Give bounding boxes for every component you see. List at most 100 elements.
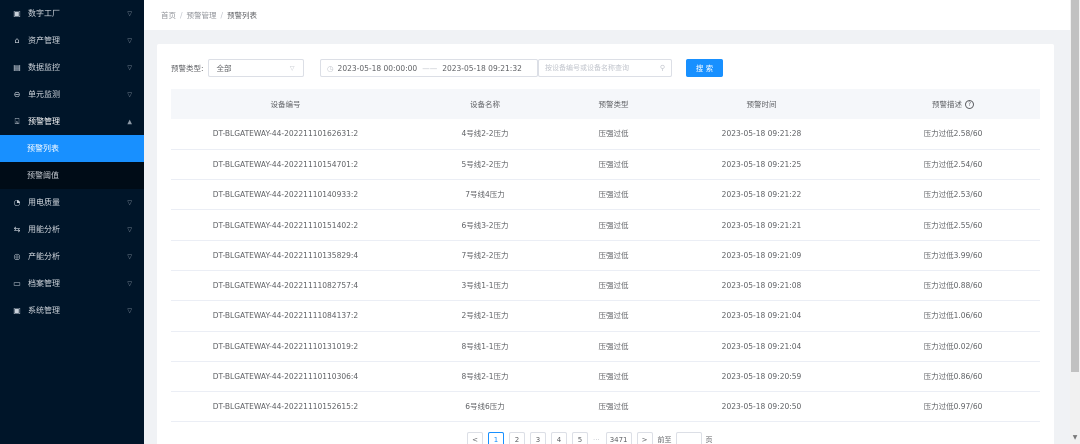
- cell-device-id: DT-BLGATEWAY-44-20221110154701:2: [171, 149, 400, 181]
- date-range-picker[interactable]: ◷ 2023-05-18 00:00:00 —— 2023-05-18 09:2…: [320, 59, 538, 77]
- cell-alarm-time: 2023-05-18 09:21:28: [657, 119, 866, 150]
- chevron-down-icon: ▽: [127, 64, 132, 71]
- sidebar-item-archive-management[interactable]: ▭ 档案管理 ▽: [0, 270, 144, 297]
- capacity-icon: ◎: [13, 252, 21, 261]
- cell-device-id: DT-BLGATEWAY-44-20221110135829:4: [171, 240, 400, 271]
- search-icon: ⚲: [659, 64, 665, 72]
- sidebar-item-label: 档案管理: [28, 279, 60, 288]
- page-button-4[interactable]: 4: [551, 432, 567, 444]
- sidebar-item-label: 用电质量: [28, 198, 60, 207]
- page-button-5[interactable]: 5: [572, 432, 588, 444]
- cell-device-id: DT-BLGATEWAY-44-20221110131019:2: [171, 331, 400, 362]
- search-button[interactable]: 搜 索: [686, 59, 723, 77]
- next-page-button[interactable]: >: [636, 432, 653, 444]
- sidebar-item-system-management[interactable]: ▣ 系统管理 ▽: [0, 297, 144, 324]
- goto-label: 前至: [657, 436, 672, 444]
- cell-alarm-type: 压强过低: [570, 179, 657, 211]
- factory-icon: ▣: [13, 9, 21, 18]
- cell-alarm-type: 压强过低: [570, 119, 657, 150]
- home-icon: ⌂: [14, 36, 20, 45]
- cell-device-id: DT-BLGATEWAY-44-20221110152615:2: [171, 391, 400, 423]
- breadcrumb-alarm-management[interactable]: 预警管理: [187, 10, 217, 21]
- table-row: DT-BLGATEWAY-44-20221111082757:4 3号线1-1压力…: [171, 270, 1040, 302]
- question-icon[interactable]: ?: [965, 100, 974, 109]
- sidebar-item-unit-monitor[interactable]: ⊖ 单元监测 ▽: [0, 81, 144, 108]
- table-row: DT-BLGATEWAY-44-20221110151402:2 6号线3-2压力…: [171, 209, 1040, 241]
- search-input[interactable]: 按设备编号或设备名称查询 ⚲: [538, 59, 672, 77]
- alarm-desc-header-label: 预警描述: [932, 99, 962, 109]
- cell-alarm-desc: 压力过低0.02/60: [866, 331, 1040, 362]
- breadcrumb-home[interactable]: 首页: [161, 10, 176, 21]
- cell-device-name: 6号线3-2压力: [400, 209, 570, 241]
- cell-device-name: 7号线4压力: [400, 179, 570, 211]
- sidebar-item-label: 用能分析: [28, 225, 60, 234]
- sidebar-item-alarm-management[interactable]: ⌺ 预警管理 ▲: [0, 108, 144, 135]
- cell-alarm-type: 压强过低: [570, 149, 657, 181]
- clock-icon: ◷: [327, 63, 334, 73]
- sidebar-item-power-quality[interactable]: ◔ 用电质量 ▽: [0, 189, 144, 216]
- date-range-separator: ——: [422, 63, 438, 73]
- pagination-ellipsis[interactable]: ···: [593, 436, 600, 444]
- cell-device-name: 5号线2-2压力: [400, 149, 570, 181]
- sidebar-item-digital-factory[interactable]: ▣ 数字工厂 ▽: [0, 0, 144, 27]
- cell-alarm-type: 压强过低: [570, 209, 657, 241]
- sidebar-subitem-alarm-list[interactable]: 预警列表: [0, 135, 144, 162]
- goto-page-input[interactable]: [675, 432, 702, 444]
- cell-alarm-desc: 压力过低0.86/60: [866, 361, 1040, 393]
- cell-alarm-desc: 压力过低2.53/60: [866, 179, 1040, 211]
- table-row: DT-BLGATEWAY-44-20221111084137:2 2号线2-1压力…: [171, 300, 1040, 332]
- cell-device-name: 4号线2-2压力: [400, 119, 570, 150]
- cell-alarm-time: 2023-05-18 09:20:59: [657, 361, 866, 393]
- alarm-icon: ⌺: [14, 116, 20, 126]
- page-button-2[interactable]: 2: [509, 432, 525, 444]
- cell-device-name: 2号线2-1压力: [400, 300, 570, 332]
- power-quality-icon: ◔: [13, 198, 21, 207]
- page-button-3[interactable]: 3: [530, 432, 546, 444]
- cell-alarm-type: 压强过低: [570, 361, 657, 393]
- sidebar-item-label: 资产管理: [28, 36, 60, 45]
- page-unit-label: 页: [705, 436, 713, 444]
- page-button-last[interactable]: 3471: [605, 432, 632, 444]
- scroll-down-icon[interactable]: ▼: [1071, 434, 1079, 442]
- page-scrollbar[interactable]: ▼: [1070, 0, 1080, 444]
- cell-device-name: 7号线2-2压力: [400, 240, 570, 271]
- prev-page-button[interactable]: <: [467, 432, 483, 444]
- sidebar-item-asset-management[interactable]: ⌂ 资产管理 ▽: [0, 27, 144, 54]
- scrollbar-thumb[interactable]: [1071, 0, 1079, 372]
- cell-alarm-desc: 压力过低2.54/60: [866, 149, 1040, 181]
- cell-alarm-time: 2023-05-18 09:21:21: [657, 209, 866, 241]
- cell-alarm-time: 2023-05-18 09:21:08: [657, 270, 866, 302]
- column-header-alarm-desc: 预警描述?: [866, 89, 1040, 119]
- system-icon: ▣: [13, 306, 21, 315]
- column-header-device-name: 设备名称: [400, 89, 570, 119]
- cell-alarm-time: 2023-05-18 09:21:04: [657, 300, 866, 332]
- cell-device-id: DT-BLGATEWAY-44-20221110151402:2: [171, 209, 400, 241]
- column-header-alarm-time: 预警时间: [657, 89, 866, 119]
- table-row: DT-BLGATEWAY-44-20221110154701:2 5号线2-2压力…: [171, 149, 1040, 181]
- chevron-down-icon: ▽: [127, 307, 132, 314]
- cell-alarm-time: 2023-05-18 09:21:04: [657, 331, 866, 362]
- cell-alarm-type: 压强过低: [570, 391, 657, 423]
- chevron-down-icon: ▽: [127, 226, 132, 233]
- unit-icon: ⊖: [13, 90, 21, 99]
- sidebar-item-capacity-analysis[interactable]: ◎ 产能分析 ▽: [0, 243, 144, 270]
- cell-alarm-desc: 压力过低0.97/60: [866, 391, 1040, 423]
- cell-alarm-type: 压强过低: [570, 270, 657, 302]
- cell-alarm-type: 压强过低: [570, 240, 657, 271]
- table-row: DT-BLGATEWAY-44-20221110131019:2 8号线1-1压力…: [171, 331, 1040, 362]
- sidebar-item-data-monitor[interactable]: ▤ 数据监控 ▽: [0, 54, 144, 81]
- page-button-1[interactable]: 1: [488, 432, 504, 444]
- sidebar-item-energy-analysis[interactable]: ⇆ 用能分析 ▽: [0, 216, 144, 243]
- sidebar-subitem-alarm-threshold[interactable]: 预警阈值: [0, 162, 144, 189]
- chevron-up-icon: ▲: [127, 118, 132, 125]
- cell-device-name: 8号线2-1压力: [400, 361, 570, 393]
- sidebar-item-label: 产能分析: [28, 252, 60, 261]
- search-placeholder: 按设备编号或设备名称查询: [545, 64, 629, 72]
- breadcrumb-alarm-list: 预警列表: [227, 10, 258, 20]
- cell-alarm-type: 压强过低: [570, 300, 657, 332]
- alarm-type-select[interactable]: 全部 ▽: [207, 59, 304, 77]
- alarm-table: 设备编号 设备名称 预警类型 预警时间 预警描述? DT-BLGATEWAY-4…: [171, 89, 1040, 423]
- cell-device-id: DT-BLGATEWAY-44-20221111084137:2: [171, 300, 400, 332]
- table-row: DT-BLGATEWAY-44-20221110162631:2 4号线2-2压力…: [171, 119, 1040, 150]
- cell-alarm-time: 2023-05-18 09:21:09: [657, 240, 866, 271]
